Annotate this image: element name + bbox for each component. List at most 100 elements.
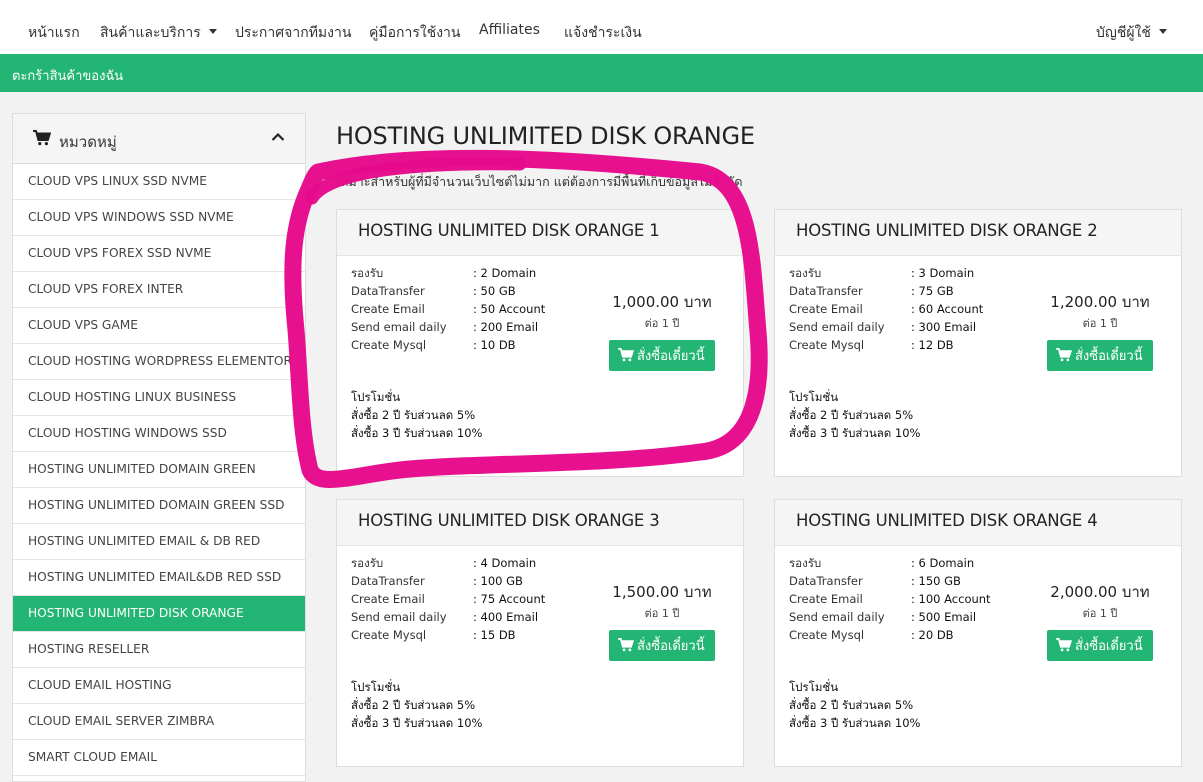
spec-label: Send email daily bbox=[789, 610, 885, 624]
promo-line: โปรโมชั่น bbox=[789, 390, 839, 404]
promo-line: โปรโมชั่น bbox=[351, 680, 401, 694]
plan-card: HOSTING UNLIMITED DISK ORANGE 3 รองรับ : 4… bbox=[336, 499, 744, 767]
spec-label: DataTransfer bbox=[789, 574, 863, 588]
spec-label: Create Email bbox=[351, 302, 425, 316]
spec-label: DataTransfer bbox=[351, 574, 425, 588]
page-banner: ตะกร้าสินค้าของฉัน bbox=[0, 54, 1203, 92]
page-description: เหมาะสำหรับผู้ที่มีจำนวนเว็บไซต์ไม่มาก แ… bbox=[336, 174, 743, 189]
cart-icon bbox=[1056, 342, 1073, 373]
promo-line: สั่งซื้อ 3 ปี รับส่วนลด 10% bbox=[789, 426, 921, 440]
cart-icon bbox=[618, 632, 635, 663]
nav-account[interactable]: บัญชีผู้ใช้ bbox=[1096, 22, 1167, 44]
chevron-up-icon[interactable] bbox=[271, 129, 285, 148]
page-title: HOSTING UNLIMITED DISK ORANGE bbox=[336, 122, 755, 150]
plan-card: HOSTING UNLIMITED DISK ORANGE 4 รองรับ: 6… bbox=[774, 499, 1182, 767]
spec-label: Send email daily bbox=[789, 320, 885, 334]
promo-line: สั่งซื้อ 2 ปี รับส่วนลด 5% bbox=[789, 408, 914, 422]
sidebar-item[interactable]: SMART CLOUD EMAIL bbox=[13, 740, 305, 776]
sidebar-item[interactable]: CLOUD VPS LINUX SSD NVME bbox=[13, 164, 305, 200]
cart-icon bbox=[1056, 632, 1073, 663]
plan-card: HOSTING UNLIMITED DISK ORANGE 1 รองรับ: 2… bbox=[336, 209, 744, 477]
spec-label: รองรับ bbox=[351, 556, 384, 570]
sidebar-item[interactable]: CLOUD HOSTING LINUX BUSINESS bbox=[13, 380, 305, 416]
promo-line: สั่งซื้อ 2 ปี รับส่วนลด 5% bbox=[789, 698, 914, 712]
spec-label: Send email daily bbox=[351, 320, 447, 334]
cart-icon bbox=[618, 342, 635, 373]
spec-value: : 100 Account bbox=[911, 592, 991, 606]
caret-down-icon bbox=[208, 29, 217, 34]
sidebar-item[interactable]: HOSTING UNLIMITED DISK ORANGE bbox=[13, 596, 305, 632]
plan-promotion: โปรโมชั่น สั่งซื้อ 2 ปี รับส่วนลด 5% สั่งซ… bbox=[351, 388, 482, 442]
spec-label: Create Email bbox=[789, 592, 863, 606]
spec-value: : 6 Domain bbox=[911, 556, 975, 570]
spec-value: : 100 GB bbox=[473, 574, 523, 588]
spec-value: : 300 Email bbox=[911, 320, 977, 334]
top-navbar: หน้าแรก สินค้าและบริการ ประกาศจากทีมงาน … bbox=[0, 0, 1203, 54]
order-now-button[interactable]: สั่งซื้อเดี๋ยวนี้ bbox=[609, 630, 715, 661]
plan-card: HOSTING UNLIMITED DISK ORANGE 2 รองรับ: 3… bbox=[774, 209, 1182, 477]
sidebar-item[interactable]: CLOUD EMAIL SERVER ZIMBRA bbox=[13, 704, 305, 740]
sidebar-list: CLOUD VPS LINUX SSD NVME CLOUD VPS WINDOW… bbox=[13, 164, 305, 776]
plan-card-header: HOSTING UNLIMITED DISK ORANGE 4 bbox=[775, 500, 1181, 546]
sidebar-item[interactable]: CLOUD VPS FOREX INTER bbox=[13, 272, 305, 308]
sidebar-item[interactable]: HOSTING RESELLER bbox=[13, 632, 305, 668]
spec-value: : 12 DB bbox=[911, 338, 954, 352]
plan-name: HOSTING UNLIMITED DISK ORANGE 3 bbox=[358, 511, 660, 530]
order-now-label: สั่งซื้อเดี๋ยวนี้ bbox=[1075, 348, 1143, 363]
plan-name: HOSTING UNLIMITED DISK ORANGE 1 bbox=[358, 221, 660, 240]
sidebar-item[interactable]: CLOUD HOSTING WINDOWS SSD bbox=[13, 416, 305, 452]
order-now-button[interactable]: สั่งซื้อเดี๋ยวนี้ bbox=[1047, 630, 1153, 661]
promo-line: สั่งซื้อ 3 ปี รับส่วนลด 10% bbox=[789, 716, 921, 730]
nav-products-label: สินค้าและบริการ bbox=[100, 25, 201, 41]
order-now-button[interactable]: สั่งซื้อเดี๋ยวนี้ bbox=[1047, 340, 1153, 371]
spec-value: : 200 Email bbox=[473, 320, 539, 334]
sidebar-item[interactable]: CLOUD VPS FOREX SSD NVME bbox=[13, 236, 305, 272]
plan-price: 2,000.00 บาท bbox=[1050, 583, 1150, 601]
nav-announcements[interactable]: ประกาศจากทีมงาน bbox=[235, 22, 351, 44]
spec-label: Create Mysql bbox=[351, 628, 427, 642]
caret-down-icon bbox=[1158, 29, 1167, 34]
banner-title: ตะกร้าสินค้าของฉัน bbox=[12, 69, 124, 84]
spec-label: Create Mysql bbox=[789, 338, 865, 352]
plan-promotion: โปรโมชั่นสั่งซื้อ 2 ปี รับส่วนลด 5% สั่งซ… bbox=[789, 388, 920, 442]
spec-value: : 60 Account bbox=[911, 302, 984, 316]
sidebar-item[interactable]: HOSTING UNLIMITED EMAIL & DB RED bbox=[13, 524, 305, 560]
sidebar-item[interactable]: CLOUD VPS GAME bbox=[13, 308, 305, 344]
spec-label: Create Email bbox=[789, 302, 863, 316]
plan-card-header: HOSTING UNLIMITED DISK ORANGE 2 bbox=[775, 210, 1181, 256]
plan-card-header: HOSTING UNLIMITED DISK ORANGE 1 bbox=[337, 210, 743, 256]
plan-card-header: HOSTING UNLIMITED DISK ORANGE 3 bbox=[337, 500, 743, 546]
sidebar-item[interactable]: CLOUD VPS WINDOWS SSD NVME bbox=[13, 200, 305, 236]
sidebar-item[interactable]: HOSTING UNLIMITED DOMAIN GREEN bbox=[13, 452, 305, 488]
spec-label: DataTransfer bbox=[351, 284, 425, 298]
sidebar-item[interactable]: HOSTING UNLIMITED EMAIL&DB RED SSD bbox=[13, 560, 305, 596]
spec-value: : 3 Domain bbox=[911, 266, 975, 280]
spec-value: : 4 Domain bbox=[473, 556, 537, 570]
nav-products[interactable]: สินค้าและบริการ bbox=[100, 22, 217, 44]
order-now-button[interactable]: สั่งซื้อเดี๋ยวนี้ bbox=[609, 340, 715, 371]
nav-knowledgebase[interactable]: คู่มือการใช้งาน bbox=[369, 22, 460, 44]
plan-name: HOSTING UNLIMITED DISK ORANGE 2 bbox=[796, 221, 1098, 240]
spec-value: : 500 Email bbox=[911, 610, 977, 624]
spec-label: Send email daily bbox=[351, 610, 447, 624]
nav-affiliates[interactable]: Affiliates bbox=[479, 22, 540, 38]
spec-value: : 400 Email bbox=[473, 610, 539, 624]
spec-value: : 20 DB bbox=[911, 628, 954, 642]
sidebar-header[interactable]: หมวดหมู่ bbox=[13, 114, 305, 164]
sidebar-item[interactable]: CLOUD HOSTING WORDPRESS ELEMENTOR bbox=[13, 344, 305, 380]
spec-value: : 10 DB bbox=[473, 338, 516, 352]
nav-home[interactable]: หน้าแรก bbox=[28, 22, 80, 44]
spec-value: : 50 GB bbox=[473, 284, 516, 298]
plan-promotion: โปรโมชั่น สั่งซื้อ 2 ปี รับส่วนลด 5% สั่งซ… bbox=[351, 678, 482, 732]
plan-promotion: โปรโมชั่น สั่งซื้อ 2 ปี รับส่วนลด 5% สั่งซ… bbox=[789, 678, 920, 732]
sidebar-item[interactable]: HOSTING UNLIMITED DOMAIN GREEN SSD bbox=[13, 488, 305, 524]
spec-value: : 2 Domain bbox=[473, 266, 537, 280]
plan-name: HOSTING UNLIMITED DISK ORANGE 4 bbox=[796, 511, 1098, 530]
cart-icon bbox=[33, 130, 52, 150]
nav-payment-notify[interactable]: แจ้งชำระเงิน bbox=[564, 22, 642, 44]
order-now-label: สั่งซื้อเดี๋ยวนี้ bbox=[1075, 638, 1143, 653]
spec-value: : 75 GB bbox=[911, 284, 954, 298]
promo-line: สั่งซื้อ 3 ปี รับส่วนลด 10% bbox=[351, 426, 483, 440]
order-now-label: สั่งซื้อเดี๋ยวนี้ bbox=[637, 348, 705, 363]
sidebar-item[interactable]: CLOUD EMAIL HOSTING bbox=[13, 668, 305, 704]
